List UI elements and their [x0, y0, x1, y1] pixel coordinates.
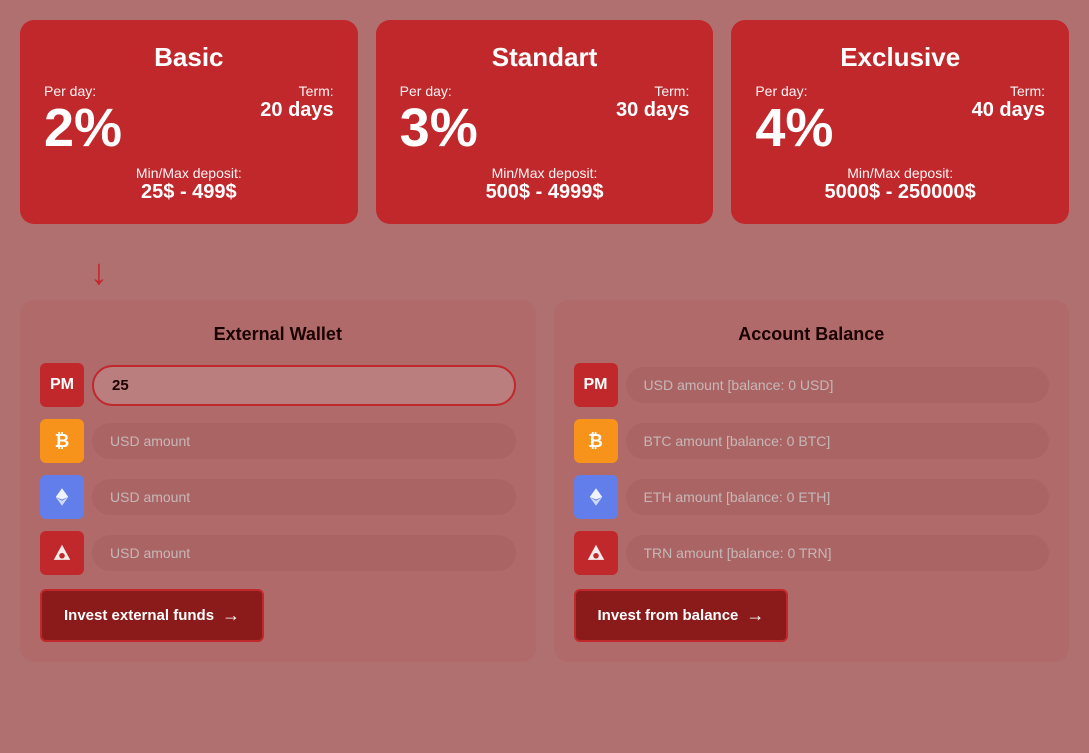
eth-input-row	[40, 475, 516, 519]
minmax-label-standart: Min/Max deposit:	[400, 165, 690, 181]
plan-title-basic: Basic	[44, 42, 334, 73]
selection-arrow-icon: ↓	[90, 254, 108, 290]
invest-external-arrow-icon: →	[222, 605, 240, 626]
percent-basic: 2%	[44, 101, 122, 155]
selection-arrow-container: ↓	[20, 254, 1069, 290]
plans-row: Basic Per day: 2% Term: 20 days Min/Max …	[20, 20, 1069, 224]
plan-title-exclusive: Exclusive	[755, 42, 1045, 73]
balance-eth-icon	[574, 475, 618, 519]
minmax-value-standart: 500$ - 4999$	[400, 181, 690, 204]
invest-balance-label: Invest from balance	[598, 607, 739, 624]
eth-icon	[40, 475, 84, 519]
invest-from-balance-button[interactable]: Invest from balance →	[574, 589, 789, 642]
plan-card-exclusive[interactable]: Exclusive Per day: 4% Term: 40 days Min/…	[731, 20, 1069, 224]
minmax-label-exclusive: Min/Max deposit:	[755, 165, 1045, 181]
plan-card-standart[interactable]: Standart Per day: 3% Term: 30 days Min/M…	[376, 20, 714, 224]
invest-external-funds-button[interactable]: Invest external funds →	[40, 589, 264, 642]
term-value-exclusive: 40 days	[972, 99, 1045, 122]
plan-card-basic[interactable]: Basic Per day: 2% Term: 20 days Min/Max …	[20, 20, 358, 224]
balance-pm-input-row: PM	[574, 363, 1050, 407]
balance-trn-amount-input[interactable]	[626, 535, 1050, 571]
balance-eth-input-row	[574, 475, 1050, 519]
pm-input-row: PM	[40, 363, 516, 407]
balance-trn-input-row	[574, 531, 1050, 575]
balance-pm-amount-input[interactable]	[626, 367, 1050, 403]
btc-amount-input[interactable]	[92, 423, 516, 459]
term-label-standart: Term:	[616, 83, 689, 99]
balance-trn-icon	[574, 531, 618, 575]
per-day-label-exclusive: Per day:	[755, 83, 833, 99]
balance-btc-amount-input[interactable]	[626, 423, 1050, 459]
trn-input-row-external	[40, 531, 516, 575]
balance-btc-input-row: ₿	[574, 419, 1050, 463]
minmax-value-exclusive: 5000$ - 250000$	[755, 181, 1045, 204]
plan-title-standart: Standart	[400, 42, 690, 73]
invest-external-label: Invest external funds	[64, 607, 214, 624]
minmax-label-basic: Min/Max deposit:	[44, 165, 334, 181]
term-label-exclusive: Term:	[972, 83, 1045, 99]
account-balance-title: Account Balance	[574, 324, 1050, 345]
percent-exclusive: 4%	[755, 101, 833, 155]
term-label-basic: Term:	[260, 83, 333, 99]
trn-amount-input-external[interactable]	[92, 535, 516, 571]
trn-icon-external	[40, 531, 84, 575]
per-day-label-standart: Per day:	[400, 83, 478, 99]
external-wallet-title: External Wallet	[40, 324, 516, 345]
percent-standart: 3%	[400, 101, 478, 155]
balance-eth-amount-input[interactable]	[626, 479, 1050, 515]
external-wallet-panel: External Wallet PM ₿	[20, 300, 536, 662]
minmax-value-basic: 25$ - 499$	[44, 181, 334, 204]
balance-btc-icon: ₿	[574, 419, 618, 463]
btc-icon: ₿	[40, 419, 84, 463]
per-day-label-basic: Per day:	[44, 83, 122, 99]
account-balance-panel: Account Balance PM ₿	[554, 300, 1070, 662]
term-value-standart: 30 days	[616, 99, 689, 122]
bottom-row: External Wallet PM ₿	[20, 300, 1069, 662]
eth-amount-input[interactable]	[92, 479, 516, 515]
term-value-basic: 20 days	[260, 99, 333, 122]
pm-amount-input[interactable]	[92, 365, 516, 406]
invest-balance-arrow-icon: →	[746, 605, 764, 626]
btc-input-row: ₿	[40, 419, 516, 463]
pm-icon: PM	[40, 363, 84, 407]
balance-pm-icon: PM	[574, 363, 618, 407]
